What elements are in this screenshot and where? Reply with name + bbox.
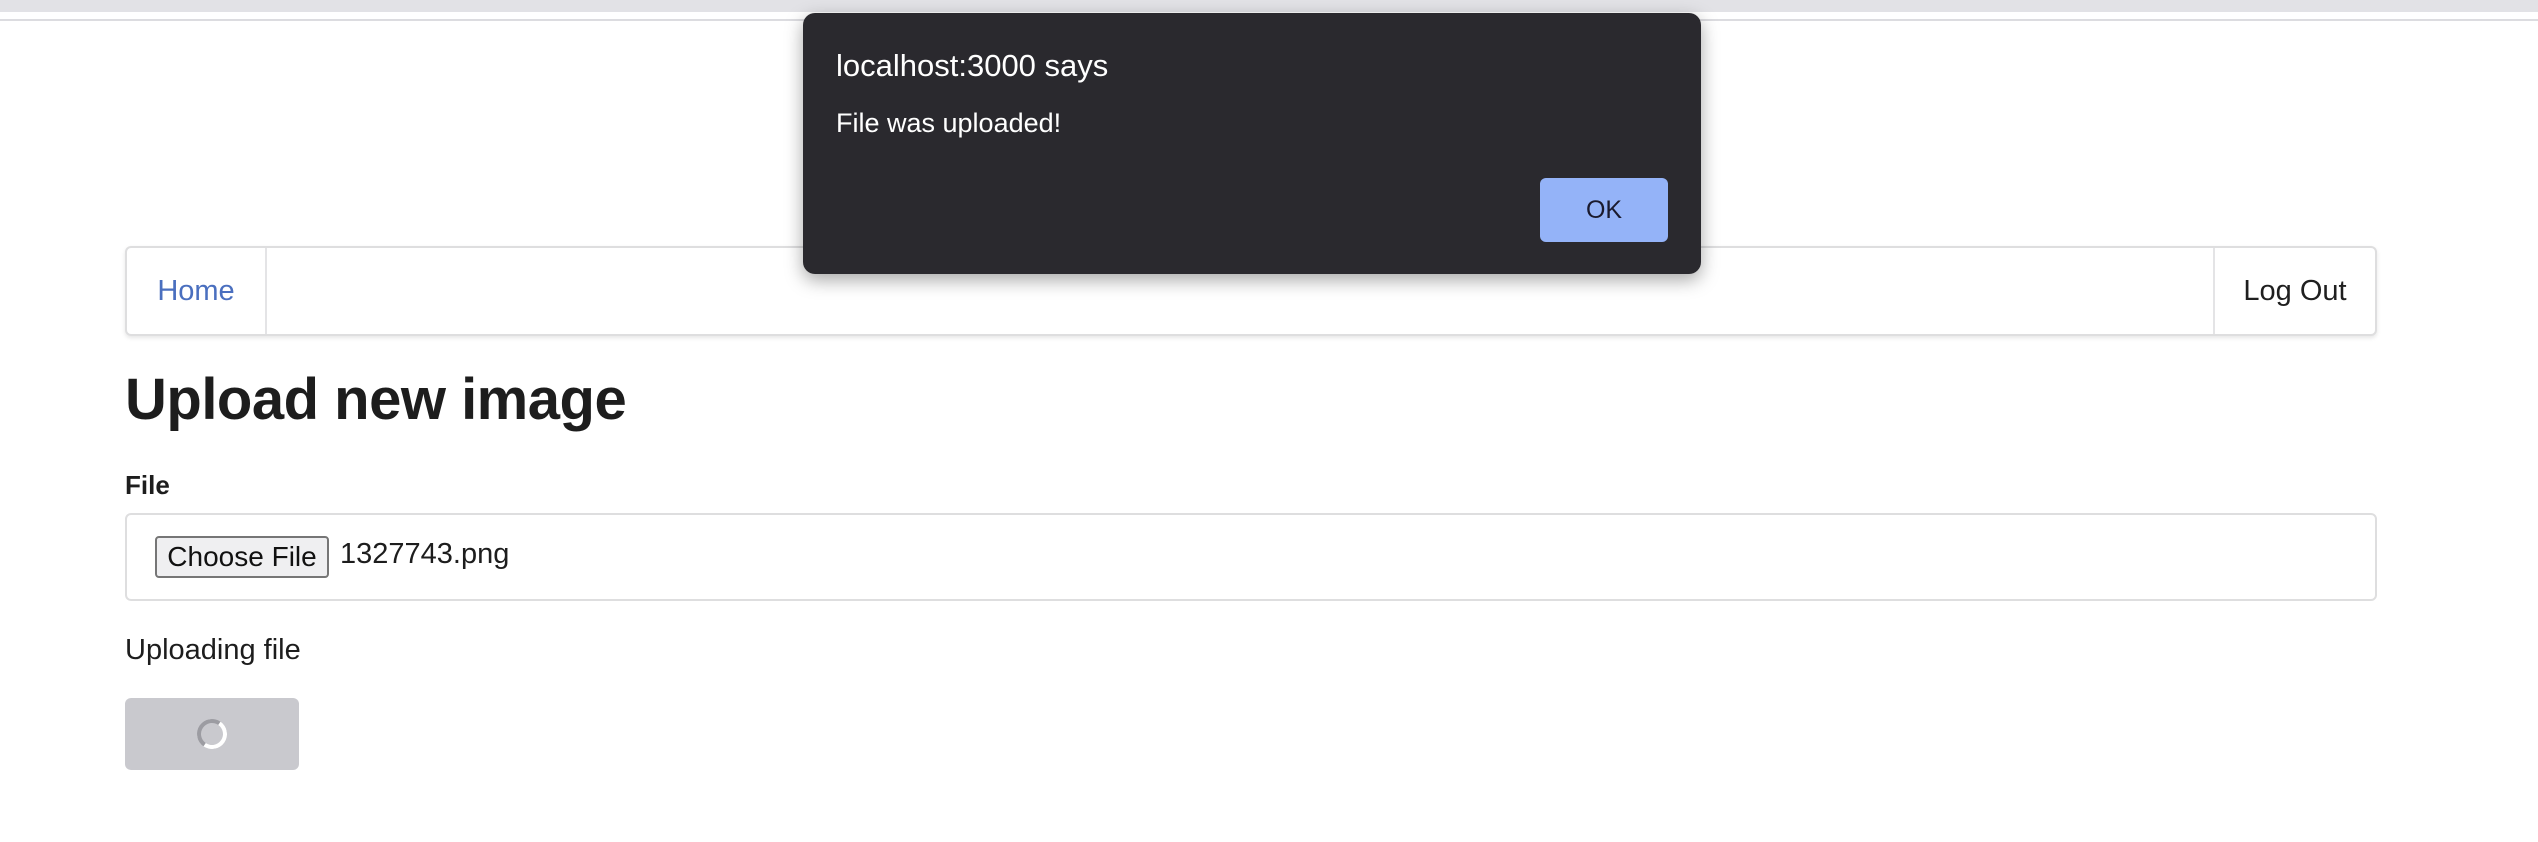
choose-file-button[interactable]: Choose File — [155, 536, 329, 578]
alert-message: File was uploaded! — [836, 108, 1062, 138]
nav-logout-link[interactable]: Log Out — [2213, 248, 2375, 334]
selected-file-name: 1327743.png — [340, 538, 510, 570]
alert-dialog: localhost:3000 says File was uploaded! O… — [803, 13, 1701, 274]
page-title: Upload new image — [125, 367, 627, 432]
upload-status-text: Uploading file — [125, 634, 301, 666]
nav-home-link[interactable]: Home — [127, 248, 267, 334]
upload-submit-button[interactable] — [125, 698, 299, 770]
spinner-icon — [194, 716, 230, 752]
file-input[interactable]: Choose File 1327743.png — [125, 513, 2377, 601]
browser-toolbar-edge — [0, 0, 2538, 12]
alert-title: localhost:3000 says — [836, 48, 1109, 83]
alert-ok-button[interactable]: OK — [1540, 178, 1668, 242]
file-field-label: File — [125, 470, 170, 500]
